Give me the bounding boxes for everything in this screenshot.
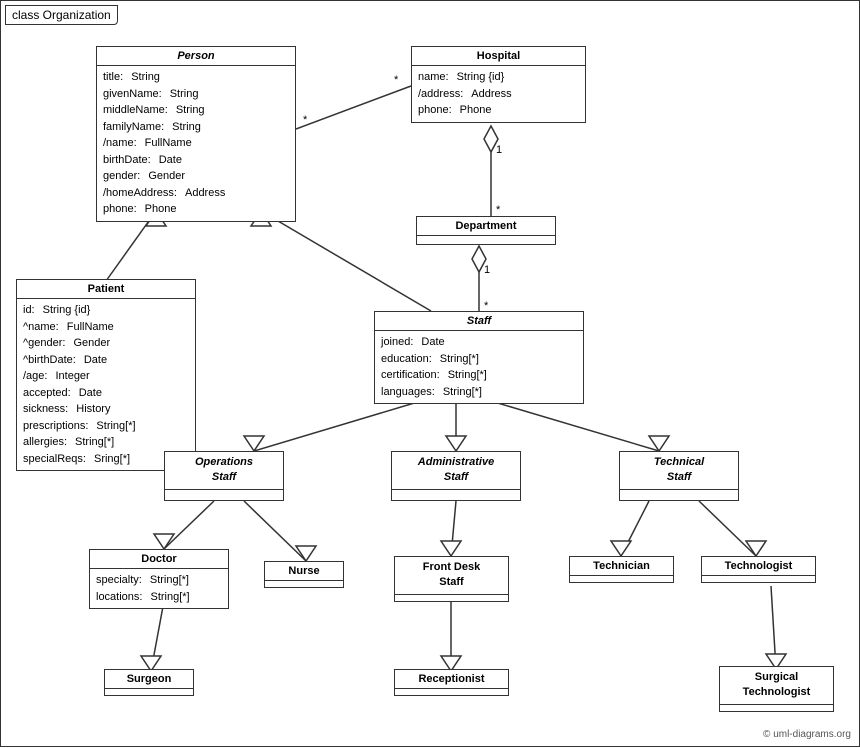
department-title: Department [417,217,555,236]
hospital-attrs: name:String {id} /address:Address phone:… [412,66,585,122]
svg-text:1: 1 [496,144,502,156]
svg-text:*: * [303,114,308,126]
front-desk-staff-title: Front DeskStaff [395,557,508,595]
technologist-title: Technologist [702,557,815,576]
technician-box: Technician [569,556,674,583]
doctor-title: Doctor [90,550,228,569]
administrative-staff-box: AdministrativeStaff [391,451,521,501]
nurse-box: Nurse [264,561,344,588]
administrative-staff-title: AdministrativeStaff [392,452,520,490]
front-desk-staff-box: Front DeskStaff [394,556,509,602]
patient-box: Patient id:String {id} ^name:FullName ^g… [16,279,196,471]
technician-title: Technician [570,557,673,576]
staff-attrs: joined:Date education:String[*] certific… [375,331,583,403]
person-attrs: title:String givenName:String middleName… [97,66,295,221]
surgical-technologist-title: SurgicalTechnologist [720,667,833,705]
patient-title: Patient [17,280,195,299]
copyright-text: © uml-diagrams.org [763,729,851,740]
surgeon-title: Surgeon [105,670,193,689]
technical-staff-title: TechnicalStaff [620,452,738,490]
person-box: Person title:String givenName:String mid… [96,46,296,222]
surgeon-box: Surgeon [104,669,194,696]
diagram-title: class Organization [5,5,118,25]
svg-text:*: * [496,204,501,216]
technical-staff-box: TechnicalStaff [619,451,739,501]
staff-box: Staff joined:Date education:String[*] ce… [374,311,584,404]
patient-attrs: id:String {id} ^name:FullName ^gender:Ge… [17,299,195,470]
svg-text:1: 1 [484,264,490,276]
staff-title: Staff [375,312,583,331]
hospital-box: Hospital name:String {id} /address:Addre… [411,46,586,123]
hospital-title: Hospital [412,47,585,66]
diagram-canvas: class Organization * * 1 * 1 * [0,0,860,747]
person-title: Person [97,47,295,66]
receptionist-box: Receptionist [394,669,509,696]
doctor-attrs: specialty:String[*] locations:String[*] [90,569,228,608]
doctor-box: Doctor specialty:String[*] locations:Str… [89,549,229,609]
surgical-technologist-box: SurgicalTechnologist [719,666,834,712]
nurse-title: Nurse [265,562,343,581]
receptionist-title: Receptionist [395,670,508,689]
svg-text:*: * [394,74,399,86]
technologist-box: Technologist [701,556,816,583]
department-box: Department [416,216,556,245]
operations-staff-title: OperationsStaff [165,452,283,490]
operations-staff-box: OperationsStaff [164,451,284,501]
